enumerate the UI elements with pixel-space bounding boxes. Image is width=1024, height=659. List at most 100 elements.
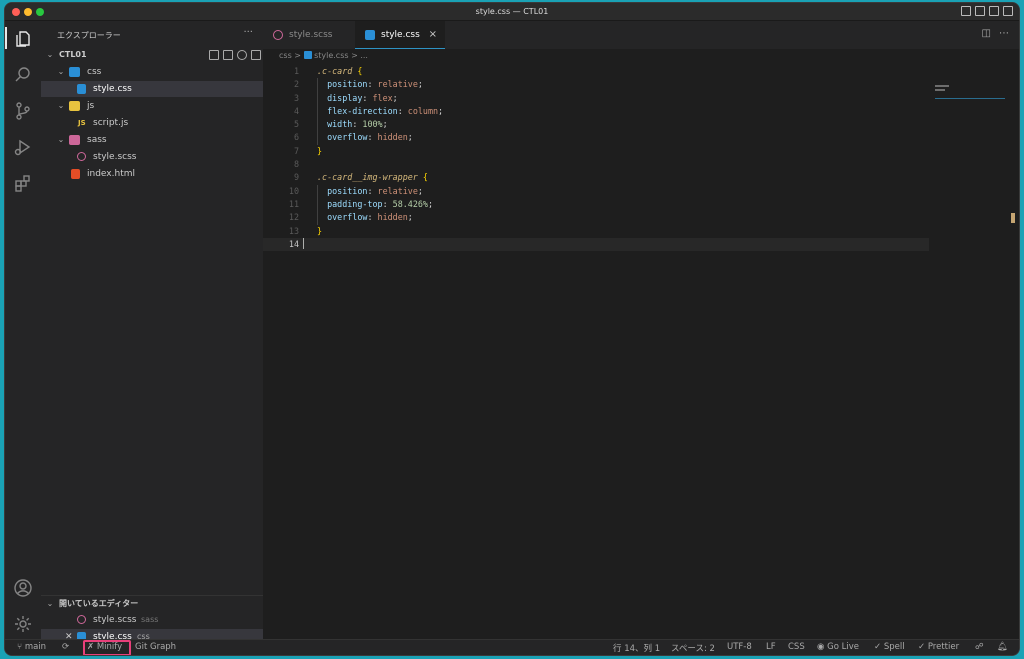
refresh-icon[interactable] bbox=[237, 50, 247, 60]
line-number: 1 bbox=[293, 66, 299, 76]
open-editors-header[interactable]: ⌄ 開いているエディター bbox=[41, 595, 263, 611]
open-editor-item[interactable]: style.scss sass bbox=[41, 612, 263, 628]
source-control-icon[interactable] bbox=[13, 101, 33, 121]
new-folder-icon[interactable] bbox=[223, 50, 233, 60]
breadcrumb-folder[interactable]: css bbox=[279, 51, 292, 60]
feedback-icon[interactable]: ☍ bbox=[975, 642, 984, 652]
explorer-icon[interactable] bbox=[13, 29, 33, 49]
customize-layout-icon[interactable] bbox=[1003, 6, 1013, 16]
selector: .c-card bbox=[317, 66, 353, 76]
code-line: 3 display: flex; bbox=[263, 92, 1019, 105]
line-number: 13 bbox=[288, 225, 299, 236]
go-live-label: Go Live bbox=[827, 642, 859, 652]
new-file-icon[interactable] bbox=[209, 50, 219, 60]
toggle-panel-icon[interactable] bbox=[975, 6, 985, 16]
breadcrumb-file[interactable]: style.css bbox=[314, 51, 348, 60]
css-file-icon bbox=[303, 51, 312, 59]
minimap-line bbox=[935, 85, 949, 87]
workspace-name: CTL01 bbox=[59, 50, 87, 59]
property: display bbox=[327, 92, 363, 103]
chevron-down-icon: ⌄ bbox=[46, 50, 54, 59]
breadcrumb: css > style.css > ... bbox=[279, 51, 368, 60]
prettier-button[interactable]: ✓ Prettier bbox=[918, 642, 959, 652]
chevron-down-icon: ⌄ bbox=[57, 67, 65, 76]
tab-style-css[interactable]: style.css × bbox=[355, 21, 445, 49]
tree-file-index-html[interactable]: index.html bbox=[41, 166, 263, 182]
value: relative bbox=[377, 185, 418, 196]
workspace-root[interactable]: ⌄ CTL01 bbox=[41, 47, 263, 63]
property: flex-direction bbox=[327, 105, 398, 116]
code-line: 1 .c-card { bbox=[263, 65, 1019, 78]
bell-icon[interactable]: 🔔︎ bbox=[997, 642, 1008, 652]
title-bar: style.css — CTL01 bbox=[5, 3, 1019, 21]
spell-button[interactable]: ✓ Spell bbox=[874, 642, 905, 652]
toggle-primary-sidebar-icon[interactable] bbox=[961, 6, 971, 16]
close-tab-icon[interactable]: × bbox=[429, 21, 437, 49]
tree-item-label: sass bbox=[87, 135, 107, 145]
scrollbar-marker[interactable] bbox=[1011, 213, 1015, 223]
tree-file-style-scss[interactable]: style.scss bbox=[41, 149, 263, 165]
line-number: 9 bbox=[293, 172, 299, 183]
tree-item-label: index.html bbox=[87, 169, 135, 179]
sass-file-icon bbox=[77, 152, 86, 161]
end-of-line[interactable]: LF bbox=[766, 642, 776, 652]
explorer-sidebar: エクスプローラー ··· ⌄ CTL01 ⌄ css style.css ⌄ j… bbox=[41, 21, 263, 645]
breadcrumb-symbol[interactable]: > ... bbox=[351, 51, 368, 60]
value: hidden bbox=[377, 212, 408, 223]
value: hidden bbox=[377, 132, 408, 143]
brace: } bbox=[317, 145, 323, 156]
tab-style-scss[interactable]: style.scss bbox=[263, 21, 351, 49]
vscode-window: style.css — CTL01 エクスプローラー ··· ⌄ CTL01 ⌄… bbox=[4, 2, 1020, 656]
code-line: 12 overflow: hidden; bbox=[263, 211, 1019, 224]
tab-bar: style.scss style.css × ◫ ⋯ bbox=[263, 21, 1019, 49]
code-line: 13} bbox=[263, 225, 1019, 238]
sass-folder-icon bbox=[69, 135, 80, 145]
toggle-secondary-sidebar-icon[interactable] bbox=[989, 6, 999, 16]
value: 58.426% bbox=[392, 198, 428, 209]
more-actions-icon[interactable]: ··· bbox=[243, 27, 253, 38]
brace: } bbox=[317, 225, 323, 236]
minimap[interactable] bbox=[935, 83, 1005, 99]
value: flex bbox=[372, 92, 393, 103]
more-actions-icon[interactable]: ⋯ bbox=[999, 28, 1009, 39]
property: padding-top bbox=[327, 198, 383, 209]
go-live-button[interactable]: ◉ Go Live bbox=[817, 642, 859, 652]
run-debug-icon[interactable] bbox=[13, 137, 33, 157]
account-icon[interactable] bbox=[13, 578, 33, 598]
branch-status[interactable]: ⑂ main bbox=[17, 642, 46, 652]
css-file-icon bbox=[365, 30, 375, 40]
indentation[interactable]: スペース: 2 bbox=[671, 642, 715, 654]
git-graph-button[interactable]: Git Graph bbox=[135, 642, 176, 652]
tree-item-label: script.js bbox=[93, 118, 129, 128]
extensions-icon[interactable] bbox=[13, 173, 33, 193]
chevron-down-icon: ⌄ bbox=[57, 101, 65, 110]
html-file-icon bbox=[71, 169, 80, 179]
value: 100% bbox=[362, 119, 383, 130]
tree-file-script-js[interactable]: JS script.js bbox=[41, 115, 263, 131]
language-mode[interactable]: CSS bbox=[788, 642, 805, 652]
cursor-position[interactable]: 行 14、列 1 bbox=[613, 642, 660, 654]
split-editor-icon[interactable]: ◫ bbox=[982, 28, 991, 39]
minify-label: Minify bbox=[96, 642, 123, 652]
sass-file-icon bbox=[273, 30, 283, 40]
tree-folder-js[interactable]: ⌄ js bbox=[41, 98, 263, 114]
breadcrumb-separator: > bbox=[294, 51, 301, 60]
minify-button[interactable]: ✗ Minify bbox=[87, 642, 122, 652]
manage-gear-icon[interactable] bbox=[13, 614, 33, 634]
editor-area: style.scss style.css × ◫ ⋯ css > style.c… bbox=[263, 21, 1019, 639]
double-check-icon: ✓ bbox=[918, 642, 928, 652]
code-line: 11 padding-top: 58.426%; bbox=[263, 198, 1019, 211]
tree-folder-css[interactable]: ⌄ css bbox=[41, 64, 263, 80]
text-cursor bbox=[303, 237, 304, 249]
search-icon[interactable] bbox=[13, 65, 33, 85]
sync-icon[interactable]: ⟳ bbox=[62, 642, 69, 652]
encoding[interactable]: UTF-8 bbox=[727, 642, 752, 652]
code-editor[interactable]: 1 .c-card { 2 position: relative; 3 displ… bbox=[263, 65, 1019, 252]
open-editor-label: style.scss bbox=[93, 615, 137, 625]
collapse-all-icon[interactable] bbox=[251, 50, 261, 60]
line-number: 2 bbox=[293, 79, 299, 90]
tree-file-style-css[interactable]: style.css bbox=[41, 81, 263, 97]
chevron-down-icon: ⌄ bbox=[57, 135, 65, 144]
sass-file-icon bbox=[77, 615, 86, 624]
tree-folder-sass[interactable]: ⌄ sass bbox=[41, 132, 263, 148]
